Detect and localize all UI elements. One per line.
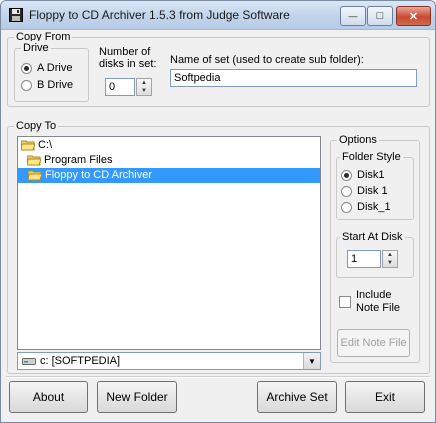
hard-drive-icon [22, 358, 36, 365]
copy-from-group: Copy From Drive A Drive B Drive Number o… [7, 30, 430, 107]
archive-set-button[interactable]: Archive Set [257, 381, 337, 413]
options-group: Options Folder Style Disk1 Disk 1 Disk_1… [330, 133, 420, 363]
edit-note-file-button[interactable]: Edit Note File [337, 329, 410, 357]
exit-button[interactable]: Exit [345, 381, 425, 413]
copy-to-legend: Copy To [14, 119, 59, 133]
title-bar[interactable]: Floppy to CD Archiver 1.5.3 from Judge S… [1, 1, 435, 30]
set-name-input[interactable]: Softpedia [170, 69, 417, 87]
include-note-checkbox[interactable] [339, 296, 351, 308]
spin-up-icon[interactable]: ▲ [383, 251, 397, 259]
b-drive-radio[interactable] [21, 80, 32, 91]
style-disk-space-label: Disk 1 [357, 185, 388, 197]
drive-legend: Drive [21, 41, 51, 55]
folder-label: C:\ [38, 139, 53, 151]
close-icon: ✕ [408, 10, 419, 23]
spin-up-icon[interactable]: ▲ [137, 79, 151, 87]
options-legend: Options [337, 133, 379, 147]
copy-to-group: Copy To C:\ Program Files Floppy to CD A… [7, 119, 430, 374]
drive-select-value: c: [SOFTPEDIA] [40, 355, 121, 367]
folder-open-icon [21, 140, 35, 151]
chevron-down-icon[interactable]: ▼ [303, 353, 320, 369]
spin-down-icon[interactable]: ▼ [383, 259, 397, 267]
maximize-button[interactable]: □ [367, 6, 393, 26]
folder-open-icon [27, 155, 41, 166]
b-drive-label: B Drive [37, 79, 74, 91]
drive-select[interactable]: c: [SOFTPEDIA] ▼ [17, 352, 321, 370]
drive-group: Drive A Drive B Drive [14, 41, 89, 102]
minimize-icon: — [348, 11, 358, 21]
main-window: Floppy to CD Archiver 1.5.3 from Judge S… [0, 0, 436, 423]
style-disk1-label: Disk1 [357, 169, 385, 181]
start-at-input[interactable]: 1 [347, 250, 381, 268]
window-title: Floppy to CD Archiver 1.5.3 from Judge S… [29, 8, 290, 22]
folder-tree[interactable]: C:\ Program Files Floppy to CD Archiver [17, 136, 321, 350]
folder-item-selected[interactable]: Floppy to CD Archiver [18, 168, 320, 183]
style-disk-underscore-label: Disk_1 [357, 201, 391, 213]
folder-label: Floppy to CD Archiver [45, 169, 152, 181]
maximize-icon: □ [376, 10, 384, 22]
include-note-label-line2: Note File [356, 302, 401, 314]
floppy-disk-icon [9, 8, 23, 22]
disks-count-spinner[interactable]: ▲ ▼ [136, 78, 152, 96]
divider [6, 376, 430, 378]
a-drive-radio[interactable] [21, 63, 32, 74]
folder-item[interactable]: Program Files [18, 153, 320, 168]
style-disk1-radio[interactable] [341, 170, 352, 181]
folder-style-legend: Folder Style [340, 150, 403, 164]
start-at-group: Start At Disk 1 ▲ ▼ [336, 230, 414, 278]
include-note-label-line1: Include [356, 289, 392, 301]
new-folder-button[interactable]: New Folder [97, 381, 177, 413]
close-button[interactable]: ✕ [396, 6, 431, 26]
disks-count-input[interactable]: 0 [105, 78, 135, 96]
a-drive-label: A Drive [37, 62, 73, 74]
style-disk-space-radio[interactable] [341, 186, 352, 197]
folder-style-group: Folder Style Disk1 Disk 1 Disk_1 [336, 150, 414, 220]
about-button[interactable]: About [9, 381, 88, 413]
minimize-button[interactable]: — [340, 6, 366, 26]
start-at-spinner[interactable]: ▲ ▼ [382, 250, 398, 268]
folder-item[interactable]: C:\ [18, 138, 320, 153]
set-name-label: Name of set (used to create sub folder): [170, 54, 364, 66]
spin-down-icon[interactable]: ▼ [137, 87, 151, 95]
start-at-legend: Start At Disk [340, 230, 405, 244]
style-disk-underscore-radio[interactable] [341, 202, 352, 213]
folder-open-icon [28, 170, 42, 181]
disks-label-line2: disks in set: [99, 58, 157, 70]
folder-label: Program Files [44, 154, 113, 166]
